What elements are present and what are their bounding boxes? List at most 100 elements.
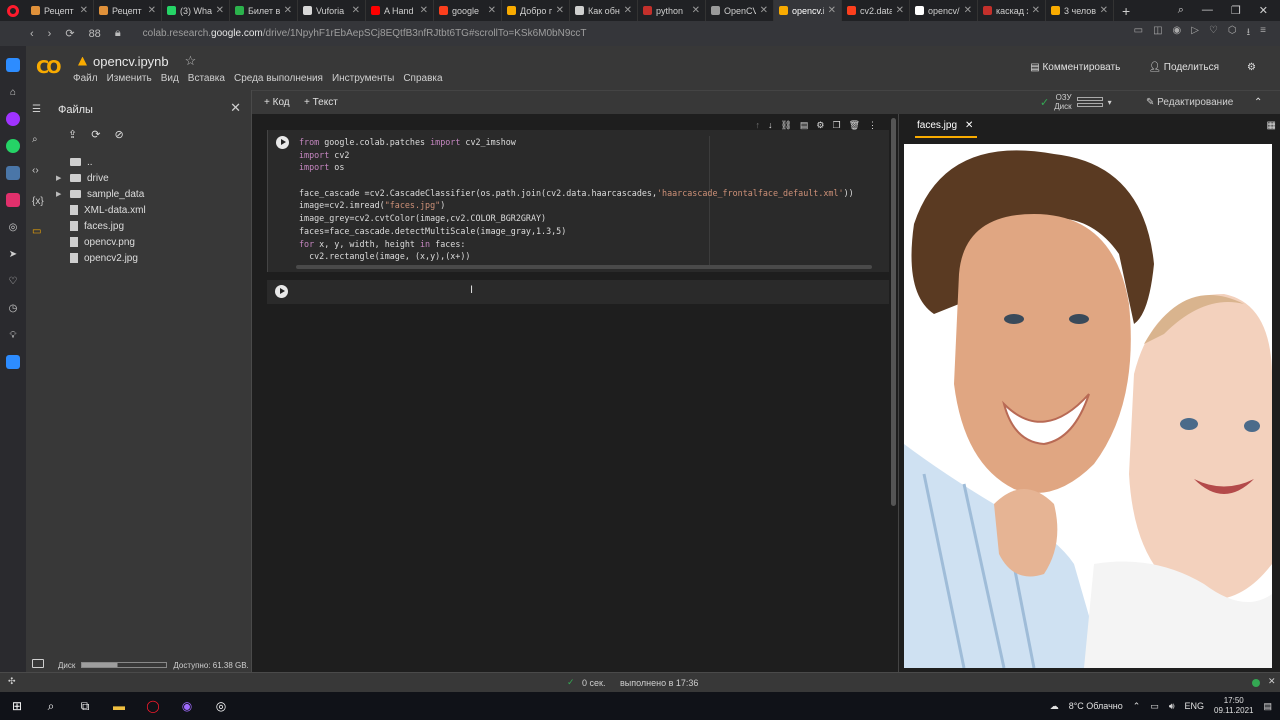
tab-close-icon[interactable]: ✕: [556, 5, 564, 16]
link-icon[interactable]: ⛓: [780, 120, 791, 131]
move-down-icon[interactable]: ↓: [768, 120, 773, 131]
heart-icon[interactable]: ♡: [1209, 25, 1218, 42]
variables-icon[interactable]: {x}: [32, 196, 44, 207]
menu-item[interactable]: Вид: [161, 73, 179, 84]
messenger-icon[interactable]: [6, 112, 20, 126]
file-explorer-icon[interactable]: ▬: [110, 697, 128, 715]
colab-logo[interactable]: CO: [36, 57, 64, 78]
close-status-icon[interactable]: ✕: [1268, 676, 1276, 687]
history-icon[interactable]: ◷: [6, 301, 20, 315]
url-field[interactable]: colab.research.google.com/drive/1NpyhF1r…: [143, 28, 587, 39]
discord-icon[interactable]: ◉: [178, 697, 196, 715]
share-button[interactable]: 👤︎ Поделиться: [1148, 62, 1219, 73]
run-cell-button[interactable]: [276, 136, 289, 149]
notebook-title[interactable]: opencv.ipynb ☆: [78, 53, 196, 69]
browser-tab[interactable]: google ✕: [434, 0, 502, 21]
unmount-drive-icon[interactable]: ⊘: [114, 128, 123, 141]
menu-item[interactable]: Изменить: [107, 73, 152, 84]
settings-icon[interactable]: ⚙: [1247, 62, 1256, 73]
search-icon[interactable]: ⌕: [32, 134, 38, 145]
search-taskbar-icon[interactable]: ⌕: [42, 697, 60, 715]
browser-tab[interactable]: Рецепт ✕: [94, 0, 162, 21]
close-window-icon[interactable]: ✕: [1259, 4, 1268, 17]
add-text-button[interactable]: + Текст: [304, 97, 338, 108]
opera-taskbar-icon[interactable]: ◯: [144, 697, 162, 715]
notifications-icon[interactable]: ▤: [1263, 701, 1272, 712]
browser-tab[interactable]: Добро п ✕: [502, 0, 570, 21]
send-icon[interactable]: ➤: [6, 247, 20, 261]
weather-icon[interactable]: ☁: [1050, 701, 1059, 712]
file-tree-item[interactable]: opencv.png: [56, 234, 146, 250]
move-up-icon[interactable]: ↑: [755, 120, 760, 131]
restore-icon[interactable]: ❐: [1231, 4, 1241, 17]
browser-tab[interactable]: opencv.ip ✕: [774, 0, 842, 21]
add-code-button[interactable]: + Код: [264, 97, 290, 108]
browser-tab[interactable]: opencv/ ✕: [910, 0, 978, 21]
menu-item[interactable]: Справка: [403, 73, 442, 84]
toc-icon[interactable]: ☰: [32, 104, 41, 115]
reader-icon[interactable]: ▭: [1134, 25, 1143, 42]
collapse-header-icon[interactable]: ⌃: [1254, 97, 1262, 108]
tab-close-icon[interactable]: ✕: [1032, 5, 1040, 16]
run-cell-button[interactable]: [275, 285, 288, 298]
preview-tab[interactable]: faces.jpg ✕: [914, 120, 978, 138]
tab-close-icon[interactable]: ✕: [420, 5, 428, 16]
opera-menu-icon[interactable]: [0, 0, 26, 21]
player-icon[interactable]: ▷: [1191, 25, 1199, 42]
mirror-cell-icon[interactable]: ❐: [832, 120, 840, 131]
tips-icon[interactable]: 💡︎: [6, 328, 20, 342]
expand-arrow-icon[interactable]: ▶: [56, 190, 64, 198]
tab-close-icon[interactable]: ✕: [760, 5, 768, 16]
menu-item[interactable]: Среда выполнения: [234, 73, 323, 84]
file-tree-item[interactable]: ▶ drive: [56, 170, 146, 186]
star-icon[interactable]: ☆: [185, 53, 197, 69]
workspace-icon[interactable]: [6, 58, 20, 72]
tab-close-icon[interactable]: ✕: [964, 5, 972, 16]
tab-close-icon[interactable]: ✕: [216, 5, 224, 16]
empty-code-cell[interactable]: I: [267, 280, 889, 304]
browser-tab[interactable]: cv2.data ✕: [842, 0, 910, 21]
file-tree-item[interactable]: ▶ sample_data: [56, 186, 146, 202]
menu-item[interactable]: Файл: [73, 73, 98, 84]
instagram-icon[interactable]: [6, 193, 20, 207]
app-taskbar-icon[interactable]: ◎: [212, 697, 230, 715]
notebook-name[interactable]: opencv.ipynb: [93, 54, 169, 69]
expand-arrow-icon[interactable]: ▶: [56, 174, 64, 182]
tab-close-icon[interactable]: ✕: [488, 5, 496, 16]
delete-icon[interactable]: 🗑︎: [849, 120, 860, 131]
extension-icon[interactable]: [6, 355, 20, 369]
code-scrollbar[interactable]: [296, 265, 872, 269]
weather-text[interactable]: 8°C Облачно: [1069, 701, 1123, 711]
terminal-icon[interactable]: [32, 659, 44, 668]
favorites-icon[interactable]: ♡: [6, 274, 20, 288]
resources-dropdown-icon[interactable]: ▾: [1108, 98, 1112, 107]
language-indicator[interactable]: ENG: [1185, 701, 1205, 711]
player-sidebar-icon[interactable]: ◎: [6, 220, 20, 234]
browser-tab[interactable]: Билет в ✕: [230, 0, 298, 21]
speed-dial-button[interactable]: 88: [89, 28, 101, 40]
reload-button[interactable]: ⟳: [65, 27, 74, 40]
forward-button[interactable]: ›: [48, 28, 52, 40]
file-tree-item[interactable]: opencv2.jpg: [56, 250, 146, 266]
code-editor[interactable]: from google.colab.patches import cv2_ims…: [299, 136, 854, 263]
tab-close-icon[interactable]: ✕: [1100, 5, 1108, 16]
comment-button[interactable]: ▤ Комментировать: [1030, 62, 1120, 73]
tab-close-icon[interactable]: ✕: [896, 5, 904, 16]
minimize-icon[interactable]: —: [1202, 4, 1213, 17]
browser-tab[interactable]: (3) What ✕: [162, 0, 230, 21]
layout-icon[interactable]: ▦: [1267, 120, 1276, 131]
browser-tab[interactable]: Vuforia ✕: [298, 0, 366, 21]
upload-icon[interactable]: ⇪: [68, 128, 77, 141]
windows-start-icon[interactable]: ⊞: [8, 697, 26, 715]
browser-tab[interactable]: A Hand ✕: [366, 0, 434, 21]
browser-tab[interactable]: Рецепт ✕: [26, 0, 94, 21]
close-preview-icon[interactable]: ✕: [965, 120, 973, 131]
tab-close-icon[interactable]: ✕: [828, 5, 836, 16]
camera-icon[interactable]: ◉: [1173, 25, 1182, 42]
vk-icon[interactable]: [6, 166, 20, 180]
tab-close-icon[interactable]: ✕: [624, 5, 632, 16]
settings-gear-icon[interactable]: ✣: [8, 676, 16, 687]
clock[interactable]: 17:50 09.11.2021: [1214, 696, 1253, 716]
refresh-icon[interactable]: ⟳: [91, 128, 100, 141]
browser-tab[interactable]: OpenCV ✕: [706, 0, 774, 21]
